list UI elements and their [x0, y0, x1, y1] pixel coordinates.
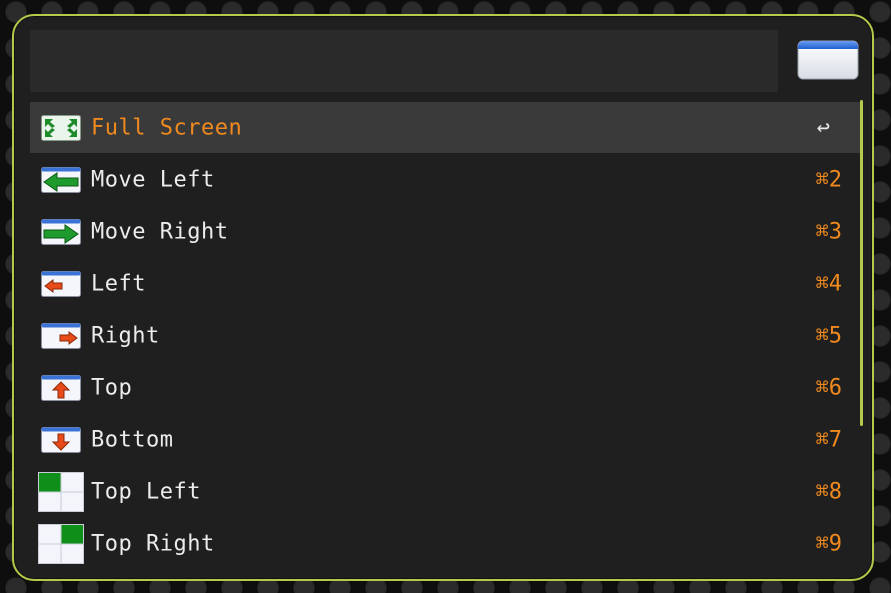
- list-item-full-screen[interactable]: Full Screen ↩: [30, 102, 860, 153]
- shortcut-label: ⌘6: [815, 375, 843, 400]
- list-item-label: Top Left: [91, 479, 201, 504]
- search-input[interactable]: [30, 30, 778, 92]
- shortcut-label: ⌘3: [815, 219, 843, 244]
- list-item-top-right[interactable]: Top Right ⌘9: [30, 518, 860, 569]
- right-half-icon: [38, 316, 84, 356]
- list-item-move-left[interactable]: Move Left ⌘2: [30, 154, 860, 205]
- list-item-label: Move Left: [91, 167, 215, 192]
- bottom-half-icon: [38, 420, 84, 460]
- left-half-icon: [38, 264, 84, 304]
- list-item-top[interactable]: Top ⌘6: [30, 362, 860, 413]
- list-item-label: Top: [91, 375, 133, 400]
- shortcut-label: ⌘9: [815, 531, 843, 556]
- shortcut-label: ⌘8: [815, 479, 843, 504]
- launcher-panel: Full Screen ↩ Move Left ⌘2 Move Right ⌘3…: [12, 14, 874, 581]
- return-key-icon: ↩: [816, 115, 830, 140]
- list-item-left[interactable]: Left ⌘4: [30, 258, 860, 309]
- list-item-label: Right: [91, 323, 160, 348]
- list-item-label: Top Right: [91, 531, 215, 556]
- shortcut-label: ⌘4: [815, 271, 843, 296]
- move-right-icon: [38, 212, 84, 252]
- list-item-right[interactable]: Right ⌘5: [30, 310, 860, 361]
- list-item-label: Bottom: [91, 427, 174, 452]
- list-item-label: Move Right: [91, 219, 229, 244]
- shortcut-label: ⌘5: [815, 323, 843, 348]
- top-half-icon: [38, 368, 84, 408]
- list-item-bottom[interactable]: Bottom ⌘7: [30, 414, 860, 465]
- top-right-quarter-icon: [38, 523, 84, 564]
- list-item-label: Left: [91, 271, 146, 296]
- list-scrollbar[interactable]: [860, 100, 863, 426]
- shortcut-label: ⌘2: [815, 167, 843, 192]
- move-left-icon: [38, 160, 84, 200]
- shortcut-label: ⌘7: [815, 427, 843, 452]
- window-icon: [797, 40, 859, 80]
- top-left-quarter-icon: [38, 471, 84, 512]
- command-list: Full Screen ↩ Move Left ⌘2 Move Right ⌘3…: [30, 102, 860, 574]
- list-item-top-left[interactable]: Top Left ⌘8: [30, 466, 860, 517]
- full-screen-icon: [38, 108, 84, 148]
- list-item-move-right[interactable]: Move Right ⌘3: [30, 206, 860, 257]
- list-item-label: Full Screen: [91, 115, 243, 140]
